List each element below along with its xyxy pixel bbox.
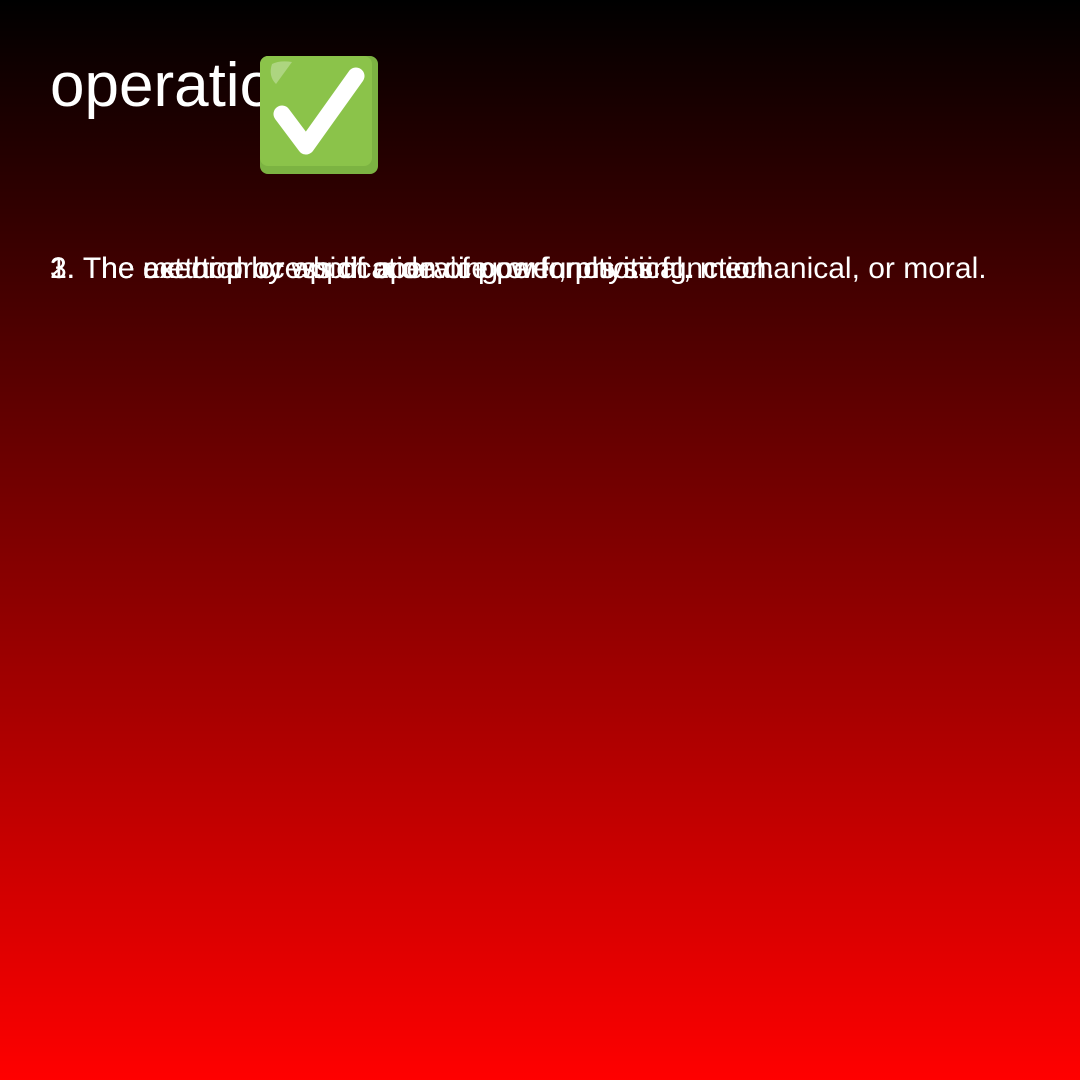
definition-list: 1. The act or process of operating or fu…	[50, 252, 1040, 372]
definition-text: The method by which a device performs it…	[82, 252, 775, 285]
title-row: operation	[50, 48, 1050, 178]
check-mark-button-icon	[260, 56, 378, 174]
definition-number: 3.	[50, 252, 76, 285]
definition-item: 3. The method by which a device performs…	[50, 252, 1040, 285]
